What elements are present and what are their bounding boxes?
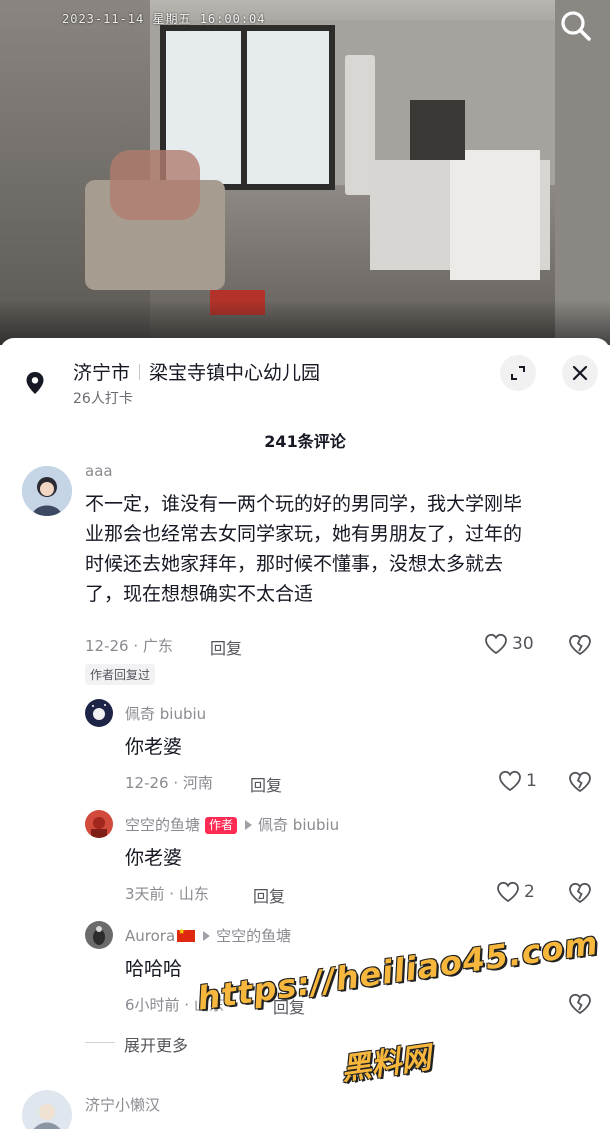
close-icon [572,365,588,381]
dislike-button[interactable] [568,634,592,660]
reply-to-username[interactable]: 佩奇 biubiu [258,816,339,834]
comment-text: 不一定，谁没有一两个玩的好的男同学，我大学刚毕 业那会也经常去女同学家玩，她有男… [85,489,595,609]
location-place: 梁宝寺镇中心幼儿园 [149,362,321,384]
reply-button[interactable]: 回复 [253,883,285,907]
checkin-count: 26人打卡 [73,391,133,407]
right-wall [555,0,610,345]
reply-header: Aurora 空空的鱼塘 [125,925,291,946]
reply-username[interactable]: 佩奇 biubiu [125,703,206,724]
heart-icon [485,633,507,655]
comment-line: 不一定，谁没有一两个玩的好的男同学，我大学刚毕 [85,493,523,515]
avatar[interactable] [22,466,72,516]
avatar[interactable] [85,921,113,949]
avatar-image [85,921,113,949]
avatar[interactable] [85,699,113,727]
comment-count: 241条评论 [264,432,346,451]
reply-text: 你老婆 [125,736,183,758]
expand-more-replies[interactable]: 展开更多 [124,1032,188,1056]
avatar[interactable] [22,1090,72,1129]
comment-username[interactable]: 济宁小懒汉 [85,1094,160,1115]
like-count: 30 [512,634,534,654]
dislike-button[interactable] [568,993,592,1019]
expand-button[interactable] [500,355,536,391]
heart-icon [499,770,521,792]
reply-header: 空空的鱼塘 作者 佩奇 biubiu [125,814,339,835]
author-replied-tag: 作者回复过 [85,664,156,685]
reply-text: 哈哈哈 [125,958,183,980]
reply-meta: 12-26 · 河南 [125,774,213,792]
location-city: 济宁市 [73,362,131,384]
close-button[interactable] [562,355,598,391]
location-separator [139,364,141,380]
comment-line: 了，现在想想确实不太合适 [85,583,314,605]
drawer-cabinet [450,150,540,280]
sofa-items [110,150,200,220]
broken-heart-icon [569,771,591,793]
like-button[interactable]: 1 [498,770,537,792]
heart-icon [497,881,519,903]
search-icon [561,11,591,41]
avatar-image [85,810,113,838]
television [410,100,465,160]
author-badge: 作者 [205,817,238,834]
dislike-button[interactable] [568,882,592,908]
reply-username[interactable]: Aurora [125,927,175,945]
broken-heart-icon [569,634,591,656]
expand-divider [85,1042,115,1043]
like-count: 2 [524,882,535,902]
like-count: 1 [526,771,537,791]
avatar[interactable] [85,810,113,838]
search-button[interactable] [558,8,594,44]
reply-button[interactable]: 回复 [250,772,282,796]
broken-heart-icon [569,993,591,1015]
reply-meta: 3天前 · 山东 [125,885,209,903]
dislike-button[interactable] [568,771,592,797]
location-pin-icon [22,370,48,396]
comment-panel: 济宁市 梁宝寺镇中心幼儿园 26人打卡 241条评论 aaa 不一定，谁没有一两个… [0,338,610,1129]
reply-text: 你老婆 [125,847,183,869]
reply-arrow-icon [245,820,253,830]
broken-heart-icon [569,882,591,904]
avatar-image [22,1090,72,1129]
avatar-image [22,466,72,516]
reply-username[interactable]: 空空的鱼塘 [125,816,200,834]
surveillance-video[interactable]: 2023-11-14 星期五 16:00:04 [0,0,610,345]
location-title[interactable]: 济宁市 梁宝寺镇中心幼儿园 [73,358,320,385]
reply-to-username[interactable]: 空空的鱼塘 [216,927,291,945]
comment-line: 业那会也经常去女同学家玩，她有男朋友了，过年的 [85,523,523,545]
comment-username[interactable]: aaa [85,462,113,480]
comment-line: 时候还去她家拜年，那时候不懂事，没想太多就去 [85,553,504,575]
reply-arrow-icon [203,931,211,941]
like-button[interactable]: 30 [484,633,534,655]
video-timestamp: 2023-11-14 星期五 16:00:04 [62,12,266,26]
china-flag-icon [177,927,196,942]
expand-icon [511,366,525,380]
comment-meta: 12-26 · 广东 [85,637,173,655]
like-button[interactable]: 2 [496,881,535,903]
avatar-image [85,699,113,727]
reply-button[interactable]: 回复 [210,635,242,659]
